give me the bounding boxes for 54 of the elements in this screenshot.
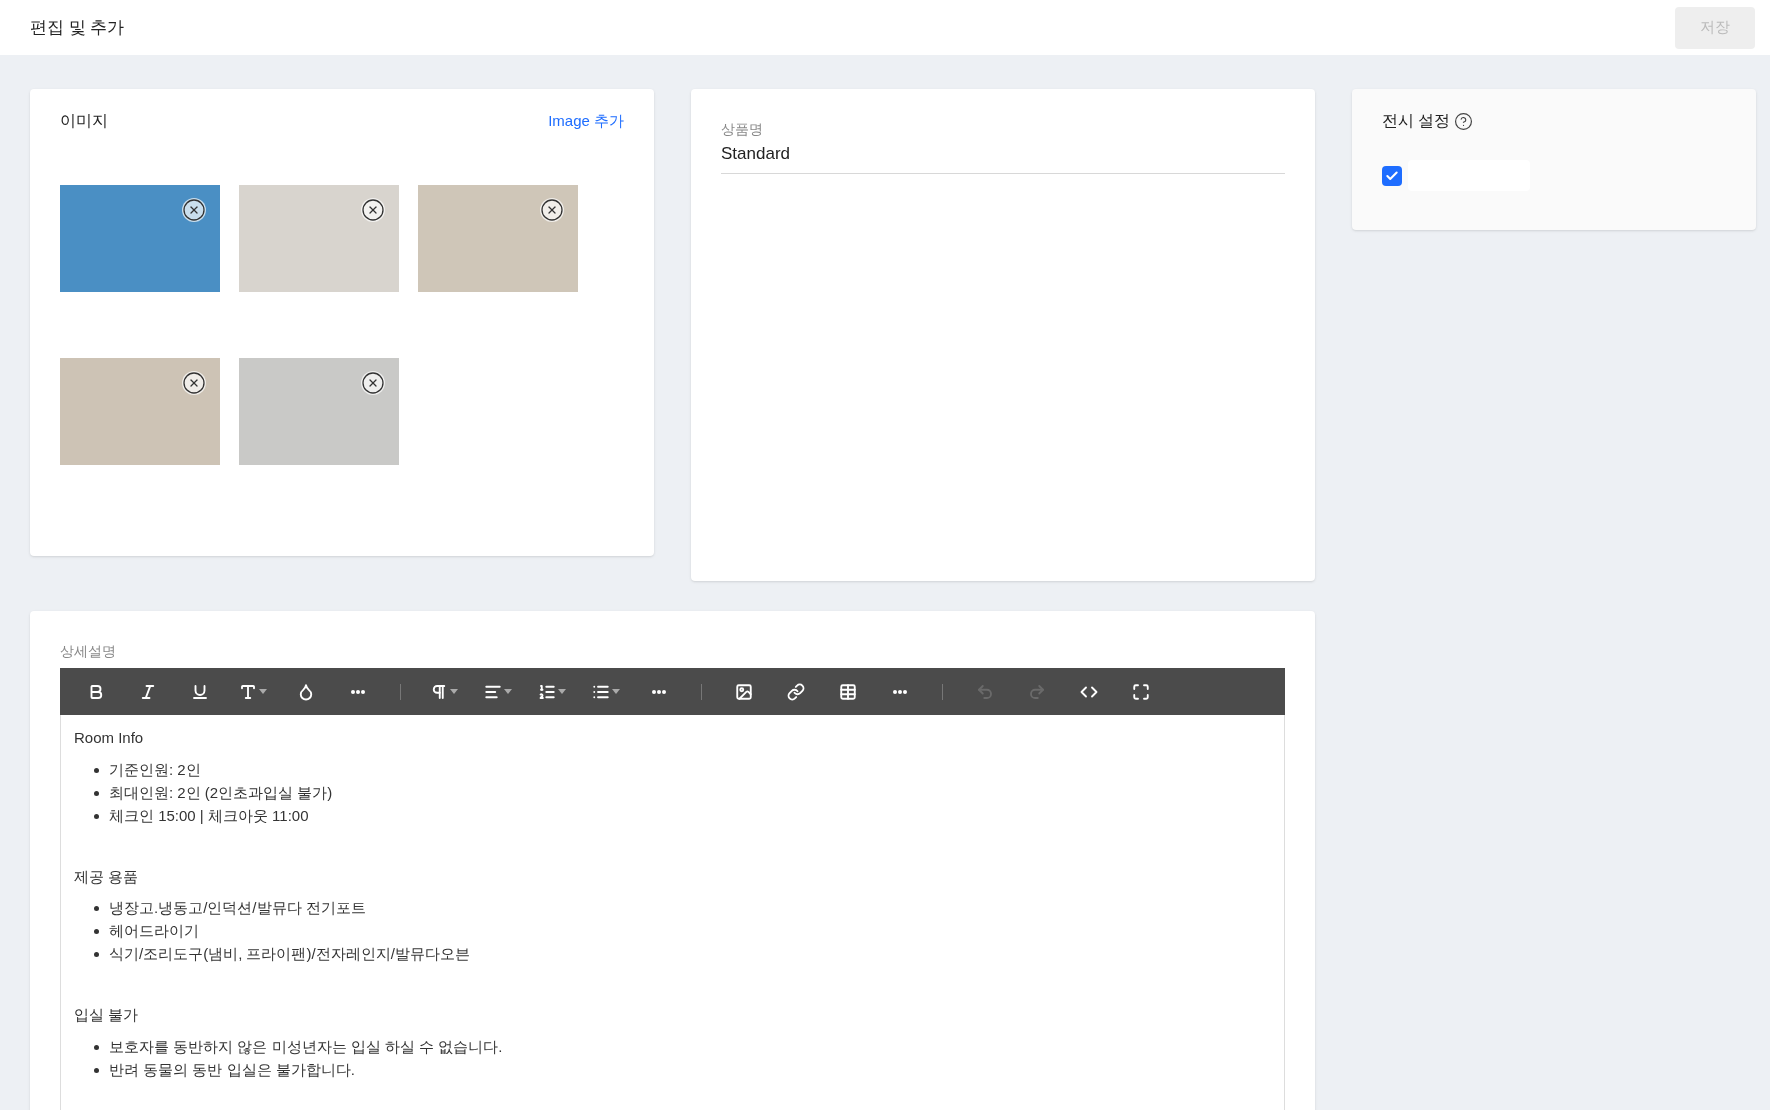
droplet-icon — [297, 682, 315, 701]
caret-icon — [504, 689, 512, 694]
page-title: 편집 및 추가 — [30, 16, 125, 39]
bullet-icon — [94, 929, 99, 934]
editor-area[interactable]: Room Info 기준인원: 2인 최대인원: 2인 (2인초과입실 불가) 체크인 15:00 | 체크아웃 11:00 제공 용품 냉장고.냉동고/인덕션/발뮤다 전기포트 헤어드라이기 식기/조리도구(냄비, 프라이팬)/전자레인지/발뮤다오븐 입실 불가 보호자를 동반하지 않은 미성년자는 입실 하실 수 없습니다. 반려 동물의 동반 입실은 불가합니다. — [60, 715, 1285, 1110]
list-item: 최대인원: 2인 (2인초과입실 불가) — [109, 782, 333, 803]
italic-icon — [139, 682, 157, 701]
remove-icon[interactable] — [361, 371, 385, 395]
product-name-field[interactable]: 상품명 Standard — [721, 119, 1285, 174]
more-icon — [652, 689, 666, 694]
fullscreen-icon — [1132, 682, 1150, 701]
remove-icon[interactable] — [182, 371, 206, 395]
checkbox[interactable] — [1382, 165, 1402, 186]
link-icon — [787, 682, 805, 701]
section-heading: 제공 용품 — [74, 866, 140, 887]
undo-icon — [976, 682, 994, 701]
text-size-icon — [239, 682, 257, 701]
bullet-icon — [94, 767, 99, 773]
bullet-icon — [94, 952, 99, 957]
remove-icon[interactable] — [540, 198, 564, 222]
list-item: 체크인 15:00 | 체크아웃 11:00 — [109, 805, 309, 826]
bullet-icon — [94, 1044, 99, 1050]
help-icon[interactable] — [1454, 111, 1474, 131]
list-item: 냉장고.냉동고/인덕션/발뮤다 전기포트 — [109, 898, 366, 919]
bullet-icon — [94, 813, 99, 819]
caret-icon — [612, 689, 620, 694]
bullet-icon — [94, 906, 99, 911]
section-heading: Room Info — [74, 728, 145, 748]
bullet-icon — [94, 1067, 99, 1073]
list-item: 보호자를 동반하지 않은 미성년자는 입실 하실 수 없습니다. — [109, 1036, 503, 1057]
caret-icon — [558, 689, 566, 694]
check-icon — [1385, 168, 1399, 183]
image-icon — [735, 682, 753, 701]
remove-icon[interactable] — [182, 198, 206, 222]
caret-icon — [259, 689, 267, 694]
ordered-list-icon — [538, 682, 556, 701]
paragraph-icon — [430, 682, 448, 701]
add-image-link[interactable]: Image 추가 — [548, 109, 624, 133]
underline-icon — [191, 682, 209, 701]
more-icon — [893, 689, 907, 694]
remove-icon[interactable] — [361, 198, 385, 222]
card-title: 이미지 — [60, 111, 108, 131]
field-label: 상세설명 — [60, 642, 117, 661]
caret-icon — [450, 689, 458, 694]
list-item: 식기/조리도구(냄비, 프라이팬)/전자레인지/발뮤다오븐 — [109, 944, 470, 965]
bullet-icon — [94, 790, 99, 796]
list-item: 반려 동물의 동반 입실은 불가합니다. — [109, 1059, 355, 1080]
table-icon — [839, 682, 857, 701]
more-icon — [351, 689, 365, 694]
list-item: 헤어드라이기 — [109, 921, 199, 942]
list-item: 기준인원: 2인 — [109, 759, 201, 780]
redo-icon — [1028, 682, 1046, 701]
section-heading: 입실 불가 — [74, 1005, 140, 1025]
card-title: 전시 설정 — [1382, 111, 1451, 131]
